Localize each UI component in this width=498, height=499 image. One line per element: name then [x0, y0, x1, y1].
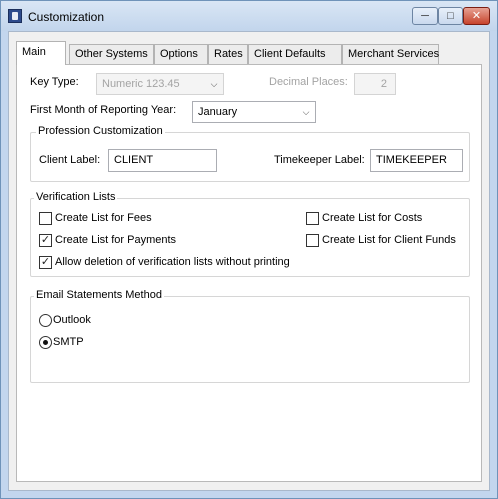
- client-funds-checkbox[interactable]: [306, 234, 319, 247]
- outlook-radio-label[interactable]: Outlook: [53, 314, 91, 326]
- smtp-radio[interactable]: [39, 336, 52, 349]
- key-type-select[interactable]: Numeric 123.45 ⌵: [96, 73, 224, 95]
- decimal-places-label: Decimal Places:: [269, 76, 348, 88]
- allow-deletion-checkbox-label[interactable]: Allow deletion of verification lists wit…: [55, 256, 290, 268]
- decimal-places-field[interactable]: 2: [354, 73, 396, 95]
- tab-main[interactable]: Main: [16, 41, 66, 65]
- first-month-label: First Month of Reporting Year:: [30, 104, 177, 116]
- payments-checkbox-label[interactable]: Create List for Payments: [55, 234, 176, 246]
- email-statements-group: Email Statements Method Outlook SMTP: [30, 289, 470, 383]
- client-label-caption: Client Label:: [39, 154, 101, 166]
- maximize-button[interactable]: □: [438, 7, 463, 25]
- profession-customization-group: Profession Customization Client Label: C…: [30, 125, 470, 182]
- customization-window: Customization ─ □ ✕ Main Other Systems O…: [0, 0, 498, 499]
- email-statements-legend: Email Statements Method: [34, 289, 164, 301]
- tab-other-systems[interactable]: Other Systems: [69, 44, 154, 64]
- client-funds-checkbox-label[interactable]: Create List for Client Funds: [322, 234, 456, 246]
- timekeeper-label-field[interactable]: TIMEKEEPER: [370, 149, 463, 172]
- verification-lists-legend: Verification Lists: [34, 191, 118, 203]
- tab-options[interactable]: Options: [154, 44, 208, 64]
- costs-checkbox[interactable]: [306, 212, 319, 225]
- main-tab-panel: Key Type: Numeric 123.45 ⌵ Decimal Place…: [16, 64, 482, 482]
- key-type-value: Numeric 123.45: [102, 78, 180, 90]
- chevron-down-icon: ⌵: [302, 107, 310, 117]
- payments-checkbox[interactable]: ✓: [39, 234, 52, 247]
- title-bar[interactable]: Customization ─ □ ✕: [1, 1, 497, 31]
- key-type-label: Key Type:: [30, 76, 79, 88]
- outlook-radio[interactable]: [39, 314, 52, 327]
- smtp-radio-label[interactable]: SMTP: [53, 336, 84, 348]
- verification-lists-group: Verification Lists Create List for Fees …: [30, 191, 470, 277]
- first-month-value: January: [198, 106, 238, 118]
- fees-checkbox[interactable]: [39, 212, 52, 225]
- tab-client-defaults[interactable]: Client Defaults: [248, 44, 342, 64]
- fees-checkbox-label[interactable]: Create List for Fees: [55, 212, 152, 224]
- dialog-body: Main Other Systems Options Rates Client …: [8, 31, 490, 491]
- profession-customization-legend: Profession Customization: [36, 125, 165, 137]
- first-month-select[interactable]: January ⌵: [192, 101, 316, 123]
- minimize-button[interactable]: ─: [412, 7, 438, 25]
- costs-checkbox-label[interactable]: Create List for Costs: [322, 212, 422, 224]
- tab-merchant-services[interactable]: Merchant Services: [342, 44, 439, 64]
- chevron-down-icon: ⌵: [210, 79, 218, 89]
- tab-rates[interactable]: Rates: [208, 44, 248, 64]
- window-title: Customization: [28, 10, 105, 24]
- close-button[interactable]: ✕: [463, 7, 490, 25]
- client-label-field[interactable]: CLIENT: [108, 149, 217, 172]
- app-icon: [8, 9, 22, 23]
- timekeeper-label-caption: Timekeeper Label:: [274, 154, 365, 166]
- allow-deletion-checkbox[interactable]: ✓: [39, 256, 52, 269]
